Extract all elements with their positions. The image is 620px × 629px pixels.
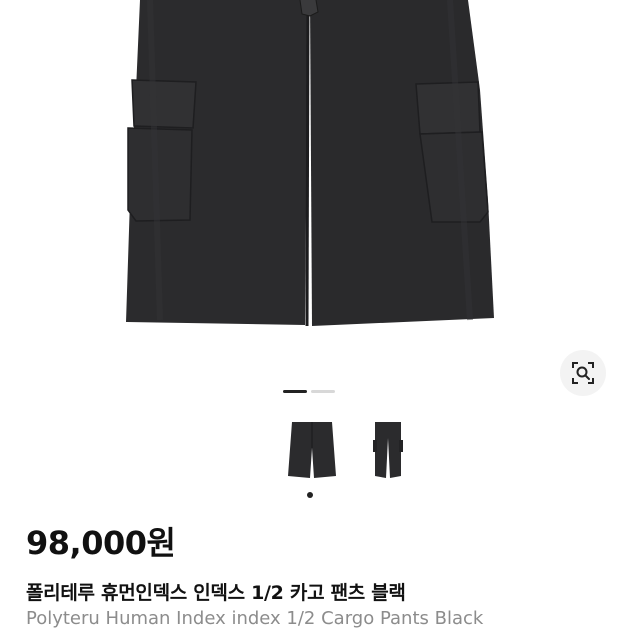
page-indicator-inactive bbox=[311, 390, 335, 393]
product-subtitle-english: Polyteru Human Index index 1/2 Cargo Pan… bbox=[26, 608, 484, 629]
thumbnail-shorts[interactable] bbox=[282, 416, 342, 482]
thumbnail-long-pants[interactable] bbox=[358, 416, 418, 482]
shorts-thumbnail-icon bbox=[288, 422, 336, 478]
image-search-button[interactable] bbox=[560, 350, 606, 396]
long-pants-thumbnail-icon bbox=[373, 422, 403, 478]
thumbnail-strip bbox=[0, 416, 620, 486]
image-search-icon bbox=[572, 362, 594, 384]
gallery-page-indicator bbox=[283, 390, 335, 394]
product-price: 98,000원 bbox=[26, 524, 176, 562]
thumbnail-selected-indicator bbox=[307, 492, 313, 498]
product-title: 폴리테루 휴먼인덱스 인덱스 1/2 카고 팬츠 블랙 bbox=[26, 582, 406, 604]
page-indicator-active bbox=[283, 390, 307, 393]
cargo-shorts-image bbox=[126, 0, 494, 327]
product-hero-image[interactable] bbox=[0, 0, 620, 375]
